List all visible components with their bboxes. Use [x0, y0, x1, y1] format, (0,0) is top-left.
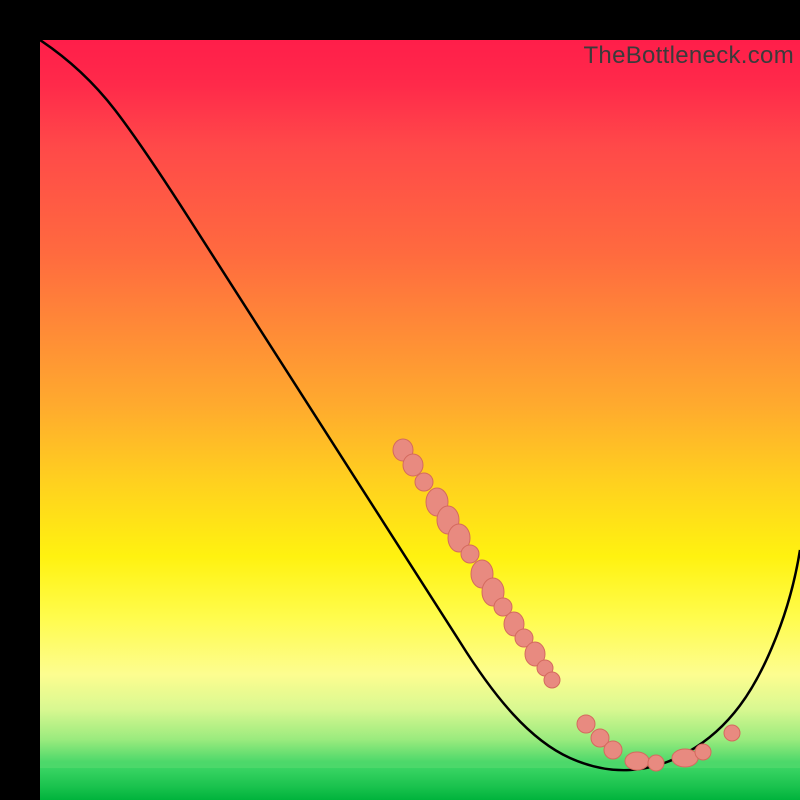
watermark-text: TheBottleneck.com — [583, 42, 794, 70]
marker-cluster-upper — [393, 439, 479, 563]
chart-overlay — [40, 40, 800, 800]
plot-area: TheBottleneck.com — [40, 40, 800, 800]
marker-cluster-mid — [471, 560, 560, 688]
bottleneck-curve — [40, 40, 800, 770]
chart-frame: TheBottleneck.com — [0, 0, 800, 800]
marker-cluster-bottom — [577, 715, 740, 771]
